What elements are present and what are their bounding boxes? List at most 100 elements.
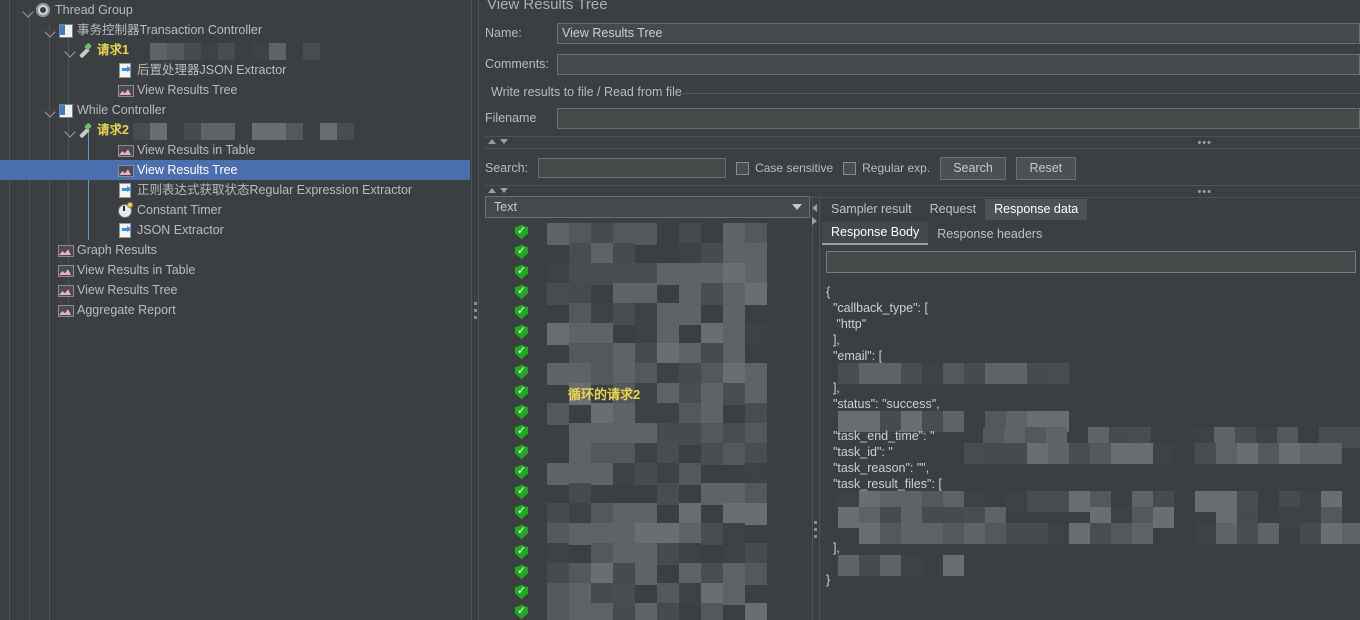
tree-item-selected[interactable]: View Results Tree <box>0 160 472 180</box>
sampler-result-row[interactable] <box>485 522 810 545</box>
collapse-up-icon[interactable] <box>488 139 496 144</box>
sampler-result-row[interactable] <box>485 402 810 425</box>
chevron-down-icon[interactable] <box>64 124 77 137</box>
sampler-result-list[interactable]: 循环的请求2 <box>485 222 810 620</box>
sampler-results-column: Text 循环的请求2 <box>485 196 810 620</box>
tree-item[interactable]: Constant Timer <box>0 200 472 220</box>
subtab-response-headers[interactable]: Response headers <box>928 224 1051 245</box>
sampler-result-row[interactable] <box>485 602 810 620</box>
tab-request[interactable]: Request <box>921 199 986 220</box>
chevron-down-icon[interactable] <box>792 204 802 210</box>
redacted-block <box>569 603 591 620</box>
reset-button[interactable]: Reset <box>1015 156 1076 180</box>
comments-input[interactable] <box>557 53 1360 75</box>
collapse-up-icon[interactable] <box>488 188 496 193</box>
test-plan-tree[interactable]: Thread Group 事务控制器Transaction Controller 请… <box>0 0 472 620</box>
name-input[interactable]: View Results Tree <box>557 22 1360 44</box>
comments-label: Comments: <box>485 57 549 71</box>
tree-item[interactable]: Thread Group <box>0 0 472 20</box>
regular-exp-checkbox[interactable]: Regular exp. <box>843 161 930 175</box>
tree-item[interactable]: 事务控制器Transaction Controller <box>0 20 472 40</box>
render-selector[interactable]: Text <box>485 196 810 218</box>
search-input[interactable] <box>538 158 727 178</box>
sampler-result-row[interactable] <box>485 442 810 465</box>
response-body-text-run: ], <box>826 333 840 347</box>
redacted-block <box>336 123 354 140</box>
collapse-down-icon[interactable] <box>500 188 508 193</box>
sampler-result-row[interactable] <box>485 462 810 485</box>
listener-chart-icon <box>117 82 134 98</box>
loop-request-label: 循环的请求2 <box>568 387 641 402</box>
sampler-result-row[interactable] <box>485 222 810 245</box>
tree-item[interactable]: View Results Tree <box>0 280 472 300</box>
sampler-result-row[interactable] <box>485 422 810 445</box>
sampler-result-row[interactable] <box>485 482 810 505</box>
chevron-down-icon[interactable] <box>22 4 35 17</box>
sampler-result-row[interactable] <box>485 502 810 525</box>
response-subtabbar[interactable]: Response Body Response headers <box>822 221 1360 245</box>
sampler-result-row[interactable] <box>485 582 810 605</box>
search-button[interactable]: Search <box>940 156 1006 180</box>
listener-chart-icon <box>57 242 74 258</box>
sampler-result-row[interactable] <box>485 322 810 345</box>
checkbox-icon[interactable] <box>843 161 857 175</box>
tree-item[interactable]: Aggregate Report <box>0 300 472 320</box>
tree-item[interactable]: JSON Extractor <box>0 220 472 240</box>
tree-twisty-empty <box>104 204 117 217</box>
tree-item[interactable]: View Results in Table <box>0 140 472 160</box>
collapse-down-icon[interactable] <box>500 139 508 144</box>
chevron-down-icon[interactable] <box>44 104 57 117</box>
sampler-result-row[interactable] <box>485 242 810 265</box>
checkbox-icon[interactable] <box>736 161 750 175</box>
sampler-result-row[interactable] <box>485 302 810 325</box>
redacted-block <box>285 123 303 140</box>
response-body-line: "task_id": " <box>826 443 1360 464</box>
splitter-grip[interactable] <box>473 301 477 319</box>
tree-item[interactable]: View Results Tree <box>0 80 472 100</box>
sampler-result-row[interactable] <box>485 282 810 305</box>
sampler-result-row[interactable] <box>485 362 810 385</box>
name-label: Name: <box>485 26 522 40</box>
tree-item[interactable]: Graph Results <box>0 240 472 260</box>
response-tabbar[interactable]: Sampler result Request Response data <box>822 196 1360 220</box>
sampler-result-row[interactable] <box>485 542 810 565</box>
tree-item[interactable]: While Controller <box>0 100 472 120</box>
tree-item[interactable]: View Results in Table <box>0 260 472 280</box>
sampler-result-row[interactable] <box>485 382 810 405</box>
tab-response-data[interactable]: Response data <box>985 199 1088 220</box>
chevron-down-icon[interactable] <box>44 24 57 37</box>
filename-input[interactable] <box>557 107 1360 129</box>
sampler-result-row[interactable] <box>485 562 810 585</box>
more-options-icon[interactable]: ••• <box>1197 187 1212 198</box>
main-vertical-splitter[interactable] <box>470 0 480 620</box>
collapse-right-icon[interactable] <box>812 217 817 225</box>
response-body-text-run: } <box>826 573 831 587</box>
redacted-block <box>200 43 218 60</box>
tree-item[interactable]: 后置处理器JSON Extractor <box>0 60 472 80</box>
regular-exp-label: Regular exp. <box>862 161 931 175</box>
tree-item[interactable]: 请求1 <box>0 40 472 60</box>
sampler-result-row[interactable] <box>485 342 810 365</box>
splitter-grip[interactable] <box>814 521 817 542</box>
results-response-splitter[interactable] <box>810 196 822 620</box>
response-body-line: "callback_type": [ <box>826 300 1360 316</box>
more-options-icon[interactable]: ••• <box>1197 138 1212 149</box>
case-sensitive-checkbox[interactable]: Case sensitive <box>736 161 833 175</box>
response-body-text[interactable]: { "callback_type": [ "http" ], "email": … <box>826 280 1360 620</box>
chevron-down-icon[interactable] <box>64 44 77 57</box>
tree-item-label: Graph Results <box>77 243 157 257</box>
subtab-response-body[interactable]: Response Body <box>822 222 929 245</box>
tree-twisty-empty <box>104 144 117 157</box>
response-find-input[interactable] <box>826 251 1356 273</box>
collapse-bar-top[interactable]: ••• <box>485 136 1360 149</box>
tree-item[interactable]: 正则表达式获取状态Regular Expression Extractor <box>0 180 472 200</box>
tree-twisty-empty <box>44 304 57 317</box>
collapse-left-icon[interactable] <box>812 204 817 212</box>
tab-sampler-result[interactable]: Sampler result <box>822 199 921 220</box>
http-sampler-icon <box>77 42 93 58</box>
tree-item[interactable]: 请求2 <box>0 120 472 140</box>
redacted-text <box>547 563 767 585</box>
sampler-result-row[interactable] <box>485 262 810 285</box>
response-body-line: "email": [ <box>826 348 1360 364</box>
success-shield-icon <box>515 443 528 459</box>
